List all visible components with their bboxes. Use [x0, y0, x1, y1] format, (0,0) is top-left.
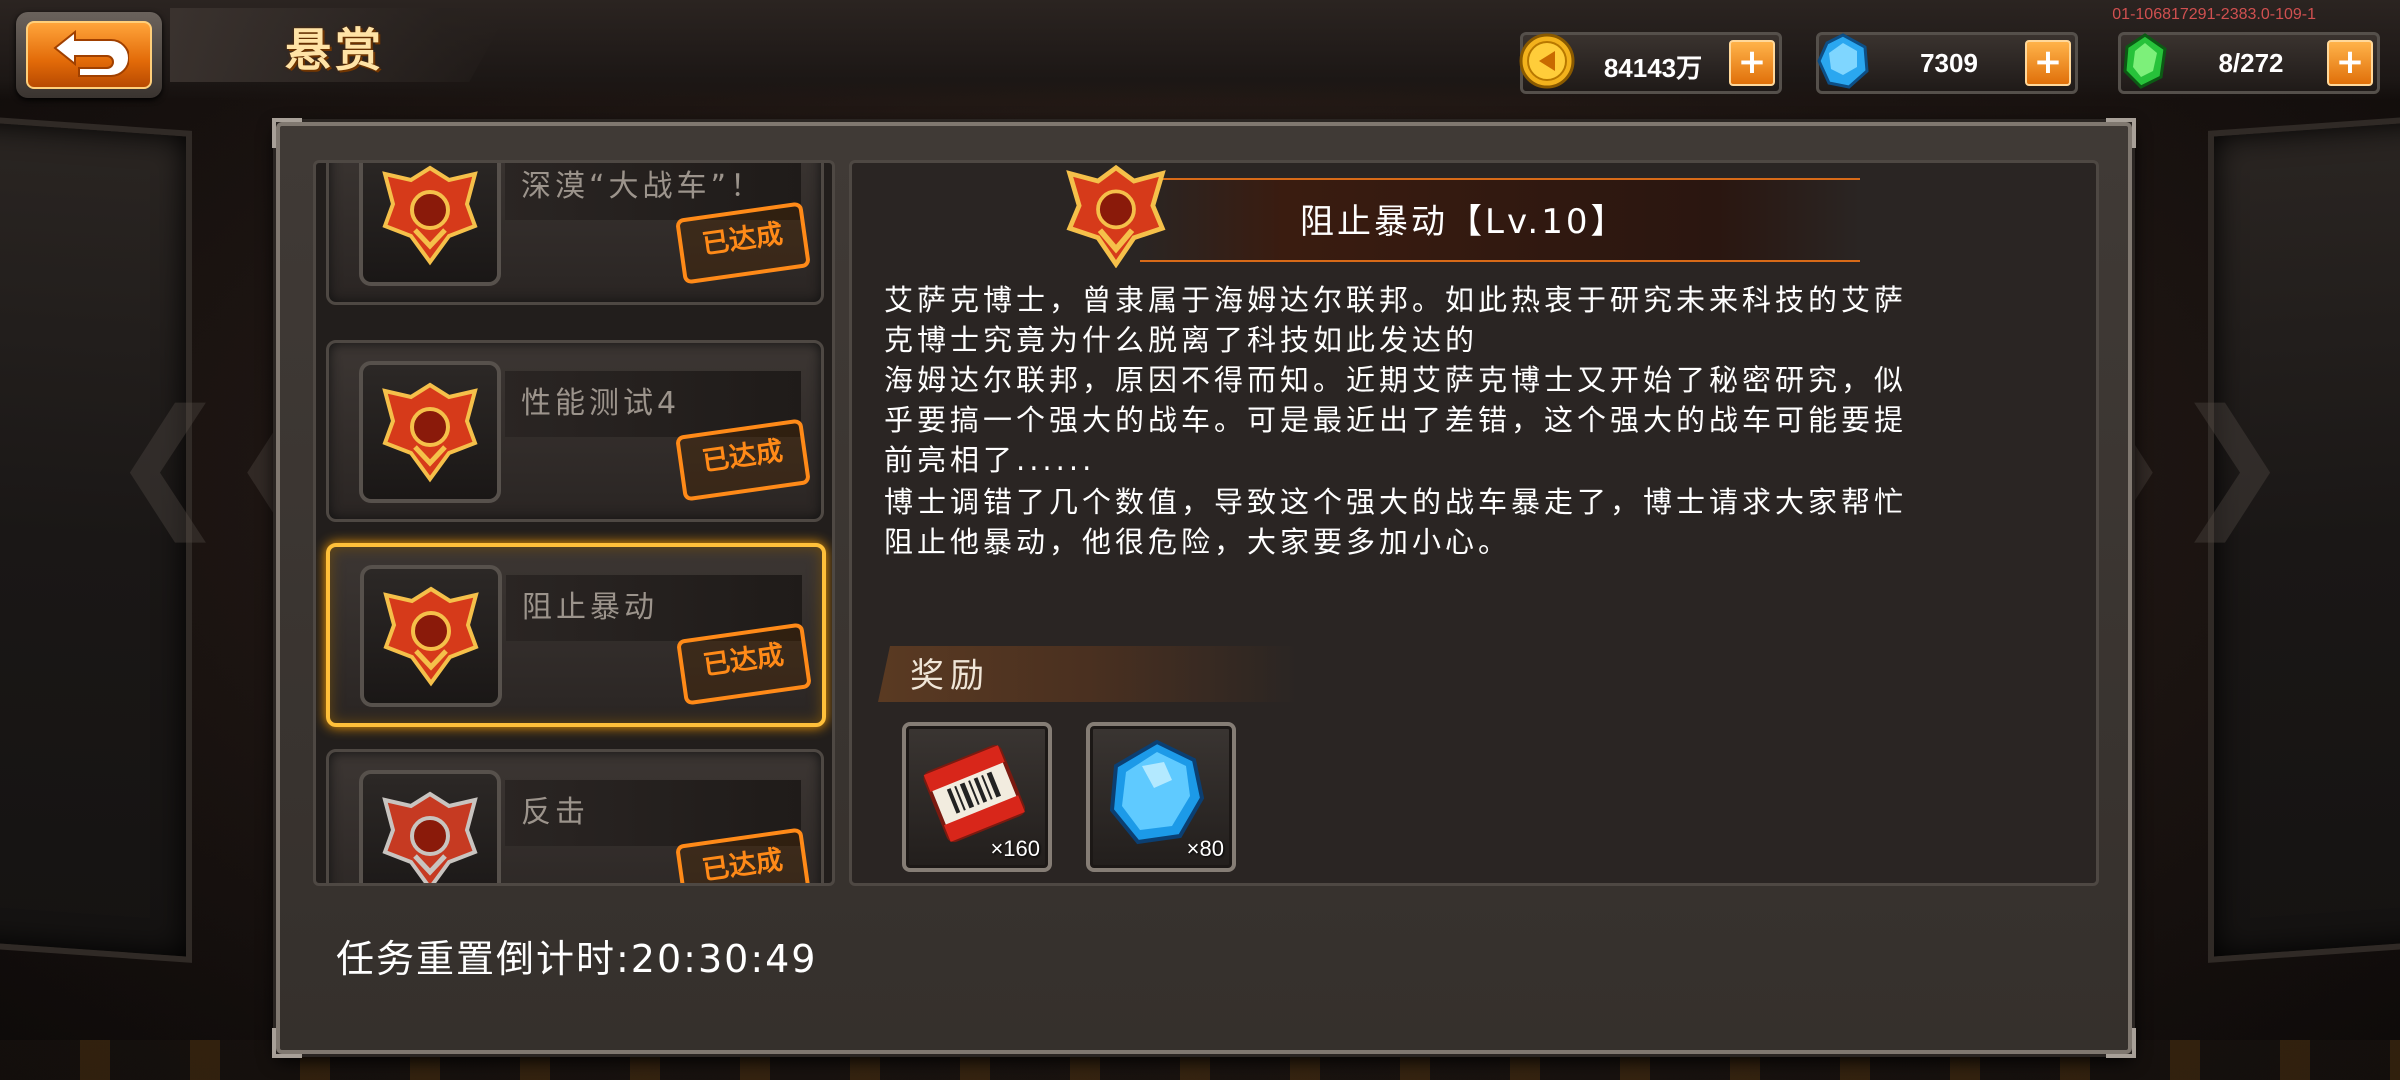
frame-corner	[272, 118, 302, 148]
add-energy-button[interactable]: +	[2327, 40, 2373, 86]
frame-corner	[2106, 1028, 2136, 1058]
quest-description-line: 前亮相了......	[884, 443, 1096, 477]
add-gold-button[interactable]: +	[1729, 40, 1775, 86]
back-button[interactable]	[16, 12, 162, 98]
quest-description-line: 艾萨克博士，曾隶属于海姆达尔联邦。如此热衷于研究未来科技的艾萨	[884, 283, 1908, 317]
quest-description-line: 乎要搞一个强大的战车。可是最近出了差错，这个强大的战车可能要提	[884, 403, 1908, 437]
page-title: 悬赏	[285, 23, 385, 77]
quest-list[interactable]: 深漠“大战车”！ 已达成 性能测试4 已达成 阻止暴动 已达成 反击 已达成	[313, 160, 835, 886]
frame-corner	[2106, 118, 2136, 148]
quest-name: 深漠“大战车”！	[521, 169, 765, 204]
bounty-emblem-icon	[382, 382, 478, 483]
quest-detail-title: 阻止暴动【Lv.10】	[1300, 202, 1628, 242]
quest-description-line: 海姆达尔联邦，原因不得而知。近期艾萨克博士又开始了秘密研究，似	[884, 363, 1908, 397]
add-diamond-button[interactable]: +	[2025, 40, 2071, 86]
quest-name: 反击	[521, 795, 589, 830]
quest-card[interactable]: 性能测试4 已达成	[326, 340, 824, 522]
reward-item[interactable]: ×80	[1086, 722, 1236, 872]
reward-label: 奖励	[910, 656, 990, 696]
version-text: 01-106817291-2383.0-109-1	[2112, 6, 2316, 23]
quest-icon-frame	[359, 163, 501, 286]
top-bar: 悬赏 01-106817291-2383.0-109-1 84143万 + 73…	[0, 0, 2400, 100]
quest-name: 性能测试4	[521, 386, 681, 421]
quest-description-line: 阻止他暴动，他很危险，大家要多加小心。	[884, 525, 1512, 559]
reward-item[interactable]: ×160	[902, 722, 1052, 872]
quest-icon-frame	[359, 770, 501, 883]
currency-energy: 8/272 +	[2118, 32, 2380, 94]
quest-icon-frame	[359, 361, 501, 503]
reward-quantity: ×80	[1186, 836, 1224, 861]
back-arrow-icon	[53, 30, 129, 77]
quest-icon-frame	[360, 565, 502, 707]
quest-name: 阻止暴动	[522, 590, 658, 625]
currency-diamond: 7309 +	[1816, 32, 2078, 94]
bounty-emblem-icon	[1066, 164, 1166, 268]
currency-energy-value: 8/272	[2218, 48, 2284, 78]
gold-coin-icon	[1519, 33, 1575, 89]
bounty-emblem-icon	[383, 586, 479, 687]
blue-gem-icon	[1109, 739, 1205, 845]
quest-card[interactable]: 反击 已达成	[326, 749, 824, 883]
quest-card[interactable]: 深漠“大战车”！ 已达成	[326, 163, 824, 305]
quest-description-line: 博士调错了几个数值，导致这个强大的战车暴走了，博士请求大家帮忙	[884, 485, 1908, 519]
quest-description-line: 克博士究竟为什么脱离了科技如此发达的	[884, 323, 1479, 357]
reset-countdown: 任务重置倒计时:20:30:49	[336, 937, 818, 981]
bounty-emblem-icon	[382, 165, 478, 266]
currency-diamond-value: 7309	[1920, 48, 1978, 78]
currency-gold: 84143万 +	[1519, 32, 1782, 94]
quest-card-selected[interactable]: 阻止暴动 已达成	[326, 543, 826, 727]
currency-gold-value: 84143万	[1603, 53, 1703, 83]
bounty-emblem-icon	[382, 791, 478, 883]
reward-quantity: ×160	[990, 836, 1040, 861]
blue-gem-icon	[1817, 33, 1869, 89]
frame-corner	[272, 1028, 302, 1058]
green-crystal-icon	[2123, 33, 2167, 89]
back-button-face	[26, 21, 152, 89]
ticket-icon	[923, 745, 1026, 843]
